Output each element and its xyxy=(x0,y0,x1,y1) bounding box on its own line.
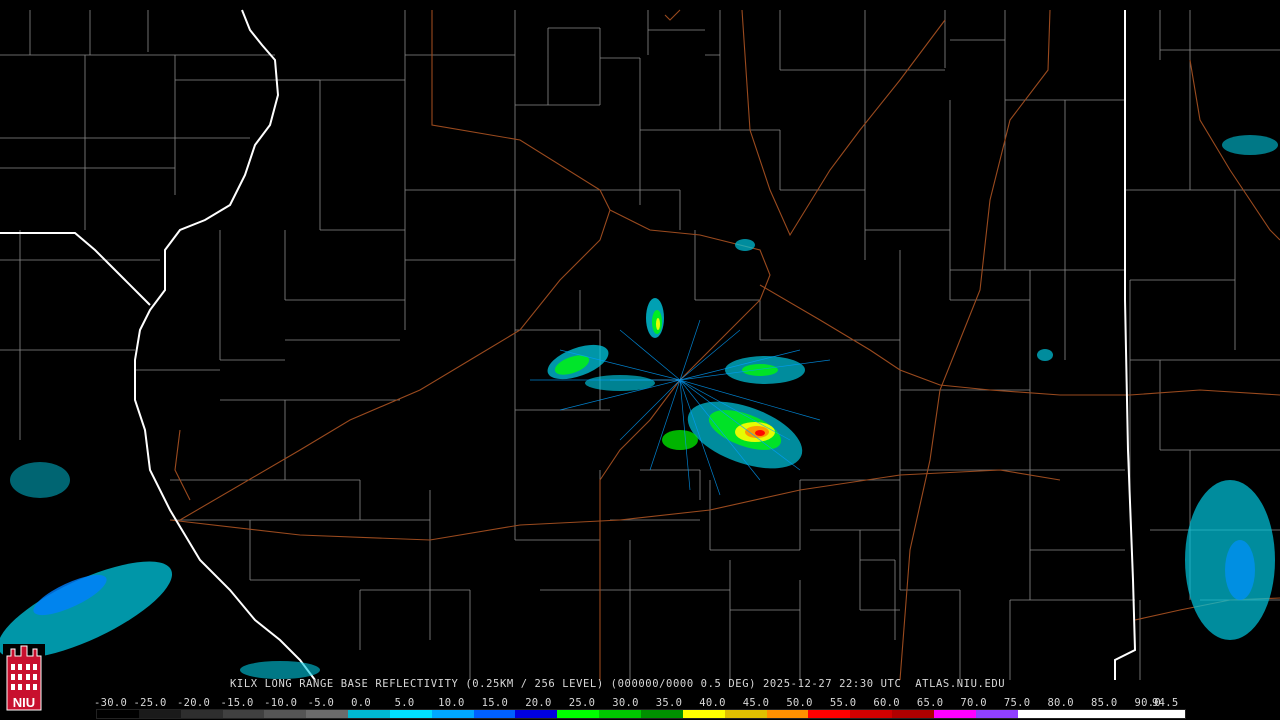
scale-label: -20.0 xyxy=(177,697,211,709)
scale-label: 45.0 xyxy=(742,697,770,709)
scale-swatch xyxy=(892,710,934,718)
radar-map xyxy=(0,0,1280,720)
scale-label: 85.0 xyxy=(1090,697,1118,709)
scale-swatch xyxy=(975,710,1018,718)
reflectivity-color-scale xyxy=(96,709,1186,719)
niu-logo: NIU xyxy=(3,644,45,717)
scale-swatch xyxy=(682,710,725,718)
scale-swatch xyxy=(766,710,809,718)
scale-label: 35.0 xyxy=(655,697,683,709)
scale-swatch xyxy=(724,710,767,718)
scale-swatch xyxy=(431,710,474,718)
scale-label: -10.0 xyxy=(264,697,298,709)
color-scale-labels: -30.0 -25.0 -20.0 -15.0 -10.0 -5.0 0.0 5.0 10.0 1… xyxy=(94,697,1194,709)
scale-swatch xyxy=(473,710,516,718)
scale-swatch xyxy=(1017,710,1060,718)
scale-swatch xyxy=(640,710,683,718)
scale-label: 5.0 xyxy=(394,697,415,709)
scale-swatch xyxy=(1143,710,1185,718)
scale-swatch xyxy=(222,710,265,718)
scale-swatch xyxy=(389,710,432,718)
scale-swatch xyxy=(138,710,181,718)
scale-label: 60.0 xyxy=(873,697,900,709)
product-info-line: KILX LONG RANGE BASE REFLECTIVITY (0.25K… xyxy=(230,678,1006,690)
scale-label: 0.0 xyxy=(351,697,371,709)
scale-label: 40.0 xyxy=(699,697,726,709)
scale-label: 20.0 xyxy=(525,697,552,709)
scale-swatch xyxy=(306,710,349,718)
scale-swatch xyxy=(180,710,223,718)
scale-swatch xyxy=(933,710,976,718)
scale-swatch xyxy=(264,710,307,718)
scale-swatch xyxy=(1101,710,1144,718)
scale-label: 55.0 xyxy=(829,697,857,709)
logo-text: NIU xyxy=(13,695,35,710)
scale-swatch xyxy=(1059,710,1102,718)
scale-label: 80.0 xyxy=(1047,697,1074,709)
scale-swatch xyxy=(599,710,641,718)
scale-label: 25.0 xyxy=(568,697,596,709)
scale-swatch xyxy=(850,710,893,718)
scale-swatch xyxy=(515,710,558,718)
scale-label: -5.0 xyxy=(307,697,335,709)
scale-label: -30.0 xyxy=(94,697,128,709)
scale-swatch xyxy=(808,710,851,718)
scale-label: -25.0 xyxy=(133,697,167,709)
scale-label: -15.0 xyxy=(220,697,254,709)
scale-label: 70.0 xyxy=(960,697,987,709)
scale-label: 94.5 xyxy=(1152,697,1179,709)
scale-label: 15.0 xyxy=(481,697,509,709)
scale-swatch xyxy=(348,710,390,718)
scale-label: 30.0 xyxy=(612,697,639,709)
scale-label: 50.0 xyxy=(786,697,813,709)
scale-swatch xyxy=(557,710,600,718)
scale-label: 65.0 xyxy=(916,697,944,709)
scale-swatch xyxy=(97,710,139,718)
scale-label: 10.0 xyxy=(438,697,465,709)
scale-label: 75.0 xyxy=(1003,697,1031,709)
